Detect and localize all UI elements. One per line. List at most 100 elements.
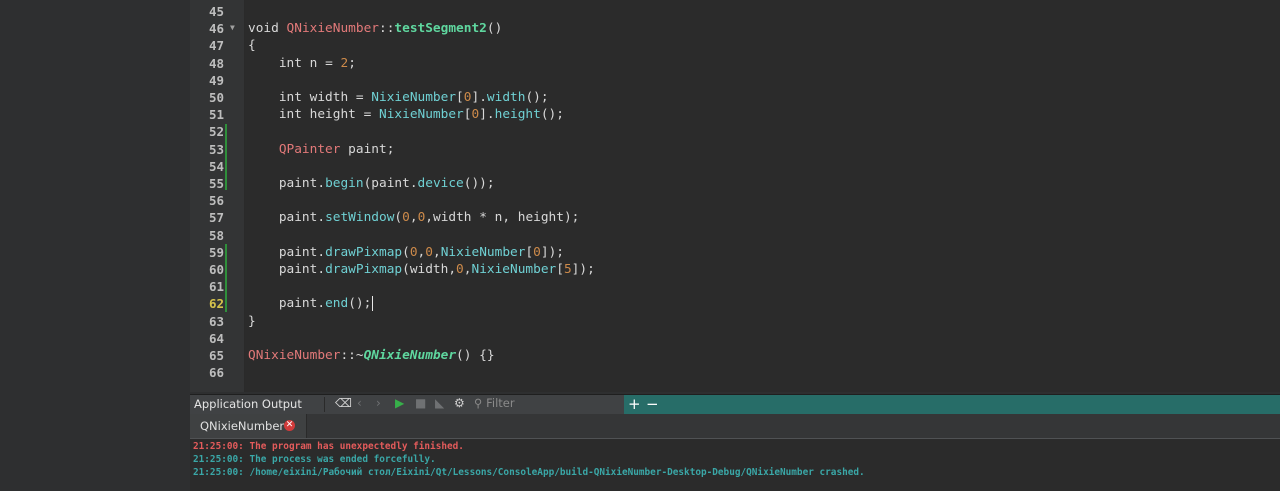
line-number: 56 [208, 193, 224, 209]
code-line[interactable]: paint.setWindow(0,0,width * n, height); [248, 209, 580, 226]
code-token: . [317, 176, 326, 191]
code-line[interactable]: void QNixieNumber::testSegment2() [248, 20, 502, 37]
code-token: int [248, 107, 310, 123]
code-token: 5 [563, 262, 572, 277]
code-token: } [248, 313, 256, 329]
code-token: QNixieNumber [248, 348, 341, 363]
code-token: testSegment2 [394, 21, 487, 37]
line-number: 47 [208, 38, 224, 54]
code-token: QNixieNumber [286, 21, 379, 37]
code-line[interactable]: } [248, 313, 256, 330]
stop-icon[interactable]: ■ [415, 396, 426, 410]
code-token: NixieNumber [471, 262, 557, 277]
code-token: QPainter [248, 141, 349, 157]
filter-placeholder: Filter [486, 396, 515, 410]
code-token: NixieNumber [371, 90, 457, 105]
code-token: ()); [463, 176, 495, 191]
code-token: , [409, 210, 418, 226]
code-line[interactable]: int width = NixieNumber[0].width(); [248, 89, 549, 106]
line-number: 64 [208, 330, 224, 346]
code-token: = [348, 90, 372, 105]
change-marker [225, 124, 227, 190]
code-token: (); [348, 296, 372, 312]
code-line[interactable]: int height = NixieNumber[0].height(); [248, 106, 564, 123]
add-pane-button[interactable]: + [628, 395, 641, 413]
close-icon[interactable]: ✕ [284, 420, 295, 431]
line-number: 50 [208, 90, 224, 105]
code-token: 0 [425, 244, 433, 260]
line-number: 57 [208, 210, 224, 226]
code-token: drawPixmap [325, 262, 403, 277]
output-line: 21:25:00: /home/eixini/Рабочий стол/Eixi… [193, 467, 865, 478]
line-number: 48 [208, 55, 224, 71]
code-token: height [494, 107, 541, 123]
previous-item-icon[interactable]: ‹ [357, 396, 362, 410]
left-sidebar-area [0, 0, 190, 491]
code-editor[interactable]: ▼ 45 46 47 48 49 50 51 52 53 54 55 56 57 58 59 60 61 62 63… [190, 0, 1280, 392]
attach-debugger-icon[interactable]: ◣ [435, 396, 444, 410]
code-line[interactable]: paint.drawPixmap(width,0,NixieNumber[5])… [248, 261, 595, 278]
text-cursor [372, 296, 374, 312]
code-token: 0 [402, 210, 410, 226]
code-token: paint [248, 262, 318, 277]
line-number: 55 [208, 176, 224, 191]
rerun-icon[interactable]: ▶ [395, 396, 404, 410]
line-number: 58 [208, 227, 224, 243]
code-token: width [309, 90, 349, 105]
code-token: = [317, 55, 341, 71]
tab-qnixienumber[interactable]: QNixieNumber ✕ [190, 414, 307, 438]
code-token: [ [456, 90, 464, 105]
code-line[interactable]: int n = 2; [248, 55, 356, 72]
output-line: 21:25:00: The program has unexpectedly f… [193, 441, 464, 452]
code-token: begin [325, 176, 364, 191]
code-token: end [325, 296, 349, 312]
code-token: ; [386, 141, 395, 157]
line-number: 51 [208, 107, 224, 123]
code-token: 0 [409, 244, 418, 260]
code-token: (); [525, 90, 549, 105]
code-token: () {} [456, 348, 495, 363]
line-number: 46 [208, 21, 224, 37]
code-token: (); [540, 107, 564, 123]
code-line[interactable]: paint.drawPixmap(0,0,NixieNumber[0]); [248, 244, 564, 261]
code-token: ]); [540, 244, 565, 260]
code-token: :: [378, 21, 395, 37]
code-token: { [248, 38, 256, 54]
remove-pane-button[interactable]: − [646, 395, 659, 413]
code-line[interactable]: paint.end(); [248, 295, 374, 312]
code-token: ]); [571, 262, 595, 277]
filter-input[interactable]: ⚲ Filter [474, 396, 515, 410]
code-token: ; [348, 55, 356, 71]
code-line[interactable]: paint.begin(paint.device()); [248, 175, 495, 192]
code-line[interactable]: QPainter paint; [248, 141, 395, 158]
code-token: . [317, 244, 326, 260]
code-token: (paint. [363, 176, 418, 191]
code-token: = [355, 107, 379, 123]
toolbar-separator [324, 397, 325, 412]
output-log[interactable]: 21:25:00: The program has unexpectedly f… [190, 439, 1280, 491]
line-number: 60 [208, 262, 224, 277]
code-token: height [309, 107, 356, 123]
pane-controls: + − [624, 395, 1280, 414]
code-token: . [317, 262, 326, 277]
code-token: void [248, 21, 287, 37]
code-token: ]. [479, 107, 495, 123]
clear-output-icon[interactable]: ⌫ [335, 396, 352, 410]
code-token: drawPixmap [325, 244, 403, 260]
code-token: QNixieNumber [363, 348, 457, 363]
code-line[interactable]: QNixieNumber::~QNixieNumber() {} [248, 347, 495, 364]
code-token: ( [402, 244, 410, 260]
line-number: 52 [208, 124, 224, 140]
code-line[interactable]: { [248, 37, 256, 54]
line-number: 66 [208, 365, 224, 381]
code-token: , [432, 244, 441, 260]
code-token: [ [556, 262, 564, 277]
output-pane-title: Application Output [194, 397, 302, 411]
code-token: 0 [456, 262, 464, 277]
code-token: int [248, 90, 310, 105]
output-line: 21:25:00: The process was ended forceful… [193, 454, 436, 465]
next-item-icon[interactable]: › [376, 396, 381, 410]
fold-arrow-icon[interactable]: ▼ [230, 23, 235, 32]
code-area[interactable]: void QNixieNumber::testSegment2(){ int n… [248, 0, 1280, 392]
settings-gear-icon[interactable]: ⚙ [454, 396, 465, 410]
